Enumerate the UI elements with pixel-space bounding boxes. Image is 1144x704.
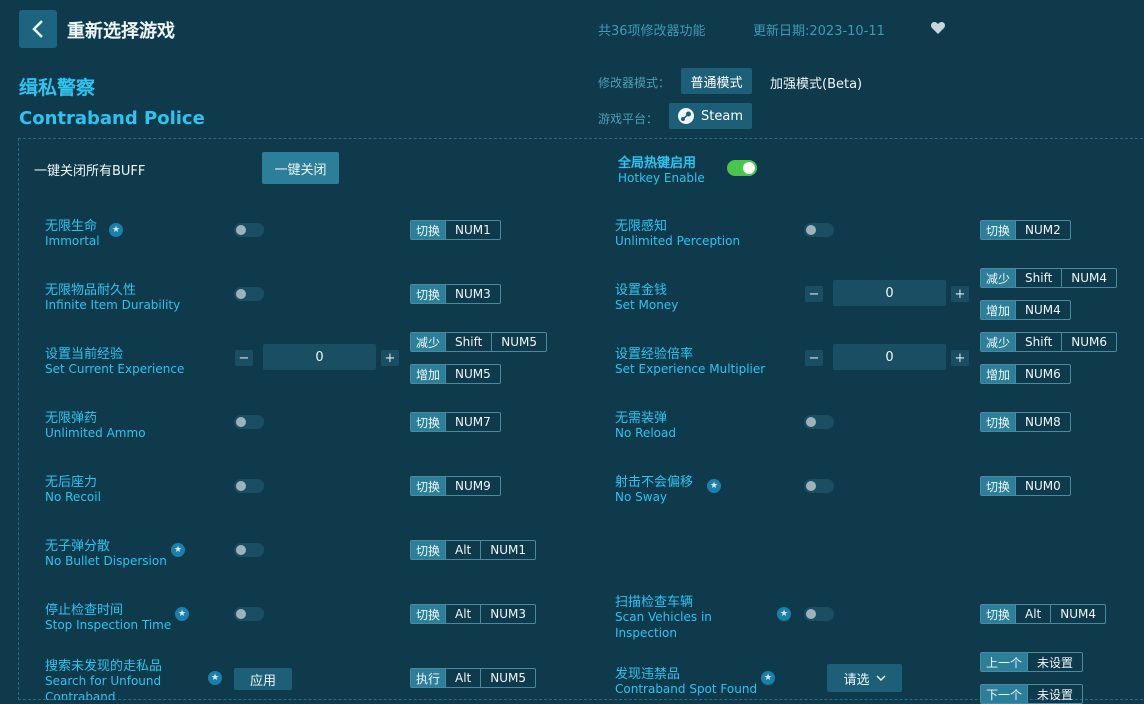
feature-scan-vehicles-en: Scan Vehicles in Inspection: [615, 610, 712, 640]
heart-icon[interactable]: [930, 20, 946, 36]
feature-count: 共36项修改器功能: [598, 24, 706, 39]
feature-no-sway-en: No Sway: [615, 490, 668, 504]
select-value: 请选: [843, 672, 870, 688]
feature-durability-cn: 无限物品耐久性: [45, 283, 137, 298]
feature-no-dispersion-en: No Bullet Dispersion: [45, 554, 167, 568]
normal-mode-button[interactable]: 普通模式: [681, 68, 752, 94]
feature-current-exp-en: Set Current Experience: [45, 362, 185, 376]
feature-ammo-en: Unlimited Ammo: [45, 426, 146, 440]
hotkey-scan-vehicles[interactable]: 切换 Alt NUM4: [980, 604, 1107, 624]
feature-immortal-cn: 无限生命: [45, 219, 98, 234]
hotkey-durability[interactable]: 切换 NUM3: [410, 284, 501, 304]
hotkey-current-exp-decrease[interactable]: 减少 Shift NUM5: [410, 332, 548, 352]
feature-search-contraband-cn: 搜索未发现的走私品: [45, 659, 163, 674]
hotkey-enable-toggle[interactable]: [727, 160, 757, 176]
money-decrease-button[interactable]: −: [805, 286, 823, 302]
feature-money-en: Set Money: [615, 298, 679, 312]
hotkey-immortal[interactable]: 切换 NUM1: [410, 220, 501, 240]
close-all-buff-label: 一键关闭所有BUFF: [34, 164, 146, 179]
hotkey-no-reload[interactable]: 切换 NUM8: [980, 412, 1071, 432]
hotkey-current-exp-increase[interactable]: 增加 NUM5: [410, 364, 501, 384]
star-icon: ★: [175, 607, 189, 621]
hotkey-no-dispersion[interactable]: 切换 Alt NUM1: [410, 540, 537, 560]
current-exp-decrease-button[interactable]: −: [235, 350, 253, 366]
hotkey-contraband-next[interactable]: 下一个 未设置: [980, 684, 1084, 704]
feature-no-recoil-cn: 无后座力: [45, 475, 98, 490]
page-title: 重新选择游戏: [67, 21, 175, 42]
hotkey-ammo[interactable]: 切换 NUM7: [410, 412, 501, 432]
chevron-left-icon: [32, 20, 43, 38]
money-increase-button[interactable]: +: [951, 286, 969, 302]
hotkey-no-recoil[interactable]: 切换 NUM9: [410, 476, 501, 496]
update-date: 更新日期:2023-10-11: [753, 24, 885, 39]
star-icon: ★: [208, 671, 222, 685]
money-input[interactable]: 0: [833, 280, 946, 306]
star-icon: ★: [707, 479, 721, 493]
feature-immortal-en: Immortal: [45, 234, 100, 248]
steam-platform-button[interactable]: Steam: [669, 103, 752, 129]
hotkey-enable-label-cn: 全局热键启用: [618, 156, 697, 171]
toggle-no-recoil[interactable]: [234, 479, 264, 493]
hotkey-search-contraband[interactable]: 执行 Alt NUM5: [410, 668, 537, 688]
hotkey-enable-label-en: Hotkey Enable: [618, 171, 705, 185]
platform-label: 游戏平台：: [598, 112, 659, 126]
steam-icon: [678, 108, 694, 124]
star-icon: ★: [777, 607, 791, 621]
feature-stop-inspection-en: Stop Inspection Time: [45, 618, 172, 632]
feature-perception-cn: 无限感知: [615, 219, 668, 234]
chevron-down-icon: [876, 675, 885, 681]
feature-contraband-spot-cn: 发现违禁品: [615, 667, 681, 682]
hotkey-stop-inspection[interactable]: 切换 Alt NUM3: [410, 604, 537, 624]
hotkey-exp-multiplier-decrease[interactable]: 减少 Shift NUM6: [980, 332, 1118, 352]
feature-exp-multiplier-en: Set Experience Multiplier: [615, 362, 766, 376]
toggle-scan-vehicles[interactable]: [804, 607, 834, 621]
toggle-ammo[interactable]: [234, 415, 264, 429]
feature-no-sway-cn: 射击不会偏移: [615, 475, 694, 490]
close-all-buff-button[interactable]: 一键关闭: [262, 152, 339, 184]
star-icon: ★: [171, 543, 185, 557]
toggle-no-dispersion[interactable]: [234, 543, 264, 557]
star-icon: ★: [109, 223, 123, 237]
feature-search-contraband-en: Search for Unfound Contraband: [45, 674, 162, 700]
feature-durability-en: Infinite Item Durability: [45, 298, 181, 312]
star-icon: ★: [761, 671, 775, 685]
exp-multiplier-input[interactable]: 0: [833, 344, 946, 370]
hotkey-money-decrease[interactable]: 减少 Shift NUM4: [980, 268, 1118, 288]
hotkey-exp-multiplier-increase[interactable]: 增加 NUM6: [980, 364, 1071, 384]
toggle-no-reload[interactable]: [804, 415, 834, 429]
exp-multiplier-decrease-button[interactable]: −: [805, 350, 823, 366]
feature-no-reload-cn: 无需装弹: [615, 411, 668, 426]
feature-ammo-cn: 无限弹药: [45, 411, 98, 426]
feature-contraband-spot-en: Contraband Spot Found: [615, 682, 758, 696]
toggle-perception[interactable]: [804, 223, 834, 237]
feature-no-reload-en: No Reload: [615, 426, 676, 440]
hotkey-no-sway[interactable]: 切换 NUM0: [980, 476, 1071, 496]
hotkey-perception[interactable]: 切换 NUM2: [980, 220, 1071, 240]
hotkey-contraband-prev[interactable]: 上一个 未设置: [980, 652, 1084, 672]
feature-stop-inspection-cn: 停止检查时间: [45, 603, 124, 618]
exp-multiplier-increase-button[interactable]: +: [951, 350, 969, 366]
game-name-cn: 缉私警察: [19, 77, 96, 99]
apply-button[interactable]: 应用: [234, 668, 292, 690]
back-button[interactable]: [19, 10, 57, 48]
feature-exp-multiplier-cn: 设置经验倍率: [615, 347, 694, 362]
game-name-en: Contraband Police: [19, 108, 205, 129]
contraband-select-dropdown[interactable]: 请选: [827, 664, 902, 692]
feature-no-dispersion-cn: 无子弹分散: [45, 539, 111, 554]
toggle-stop-inspection[interactable]: [234, 607, 264, 621]
current-exp-input[interactable]: 0: [263, 344, 376, 370]
feature-no-recoil-en: No Recoil: [45, 490, 101, 504]
feature-money-cn: 设置金钱: [615, 283, 668, 298]
feature-scan-vehicles-cn: 扫描检查车辆: [615, 595, 694, 610]
enhanced-mode-button[interactable]: 加强模式(Beta): [770, 73, 862, 92]
mode-label: 修改器模式：: [598, 76, 671, 90]
toggle-no-sway[interactable]: [804, 479, 834, 493]
current-exp-increase-button[interactable]: +: [381, 350, 399, 366]
hotkey-money-increase[interactable]: 增加 NUM4: [980, 300, 1071, 320]
feature-current-exp-cn: 设置当前经验: [45, 347, 124, 362]
steam-label: Steam: [701, 108, 743, 124]
toggle-durability[interactable]: [234, 287, 264, 301]
toggle-immortal[interactable]: [234, 223, 264, 237]
feature-perception-en: Unlimited Perception: [615, 234, 741, 248]
